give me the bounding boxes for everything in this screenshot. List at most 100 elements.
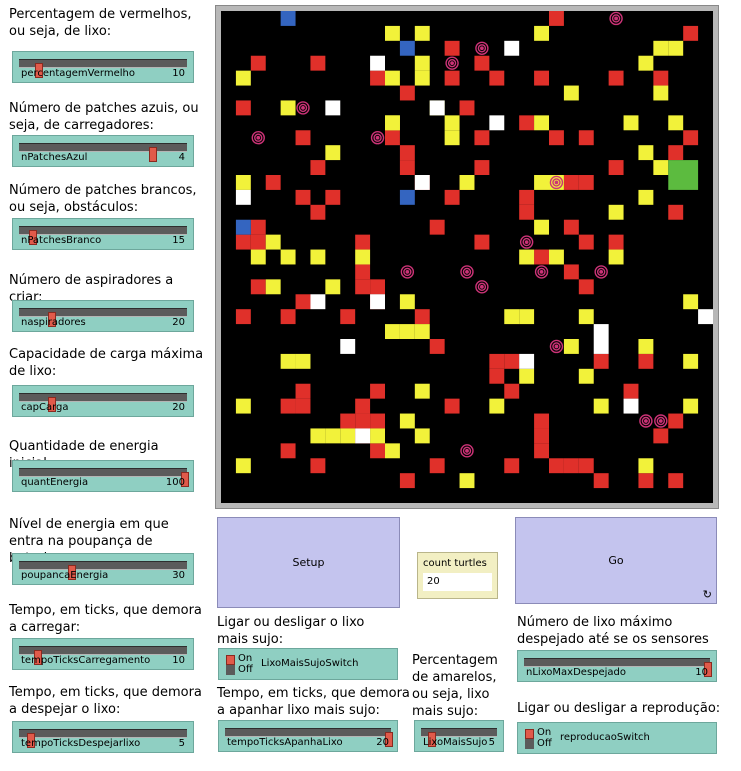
red-patch bbox=[534, 70, 549, 86]
yellow-patch bbox=[280, 249, 296, 265]
red-patch bbox=[399, 160, 415, 175]
slider-track[interactable] bbox=[19, 143, 187, 162]
slider-label: naspiradores bbox=[21, 317, 86, 328]
yellow-patch bbox=[385, 115, 400, 131]
yellow-patch bbox=[414, 25, 430, 41]
slider-value: 20 bbox=[172, 402, 185, 413]
yellow-patch bbox=[295, 353, 311, 369]
slider-npatchesbranco[interactable]: nPatchesBranco 15 bbox=[12, 218, 194, 250]
slider-quantenergia[interactable]: quantEnergia 100 bbox=[12, 460, 194, 492]
red-patch bbox=[399, 85, 415, 101]
switch-toggle[interactable] bbox=[226, 655, 235, 675]
slider-value: 5 bbox=[178, 738, 185, 749]
yellow-patch bbox=[683, 353, 699, 369]
yellow-patch bbox=[608, 249, 624, 265]
slider-npatchesazul[interactable]: nPatchesAzul 4 bbox=[12, 135, 194, 167]
red-patch bbox=[340, 413, 356, 429]
red-patch bbox=[563, 458, 579, 474]
slider-poupancaenergia[interactable]: poupancaEnergia 30 bbox=[12, 553, 194, 585]
red-patch bbox=[325, 189, 341, 205]
red-patch bbox=[519, 204, 535, 220]
red-patch bbox=[563, 264, 579, 280]
red-patch bbox=[265, 175, 281, 190]
slider-lixo-mais-sujo[interactable]: LixoMaisSujo 5 bbox=[414, 720, 504, 752]
yellow-patch bbox=[414, 383, 430, 399]
red-patch bbox=[310, 55, 326, 71]
red-patch bbox=[534, 413, 549, 429]
world-canvas[interactable] bbox=[221, 11, 713, 503]
slider-tempotickscarregamento[interactable]: tempoTicksCarregamento 10 bbox=[12, 638, 194, 670]
white-patch bbox=[355, 428, 371, 444]
red-patch bbox=[519, 115, 535, 131]
white-patch bbox=[325, 100, 341, 116]
monitor-value: 20 bbox=[423, 573, 492, 591]
slider-track[interactable] bbox=[19, 393, 187, 412]
slider-knob[interactable] bbox=[149, 147, 157, 162]
setup-button[interactable]: Setup bbox=[217, 517, 400, 608]
slider-percentagemvermelho[interactable]: percentagemVermelho 10 bbox=[12, 51, 194, 83]
slider-track[interactable] bbox=[19, 561, 187, 580]
red-patch bbox=[534, 443, 549, 459]
yellow-patch bbox=[653, 40, 669, 56]
go-button[interactable]: Go ↻ bbox=[515, 517, 717, 604]
slider-label: poupancaEnergia bbox=[21, 570, 109, 581]
forever-icon: ↻ bbox=[702, 588, 712, 601]
yellow-patch bbox=[668, 115, 684, 131]
red-patch bbox=[370, 383, 385, 399]
slider-label: tempoTicksDespejarlixo bbox=[21, 738, 141, 749]
slider-track[interactable] bbox=[19, 226, 187, 245]
white-patch bbox=[489, 115, 505, 131]
red-patch bbox=[295, 130, 311, 146]
red-patch bbox=[370, 413, 385, 429]
red-patch bbox=[534, 249, 549, 265]
switch-toggle[interactable] bbox=[525, 729, 534, 749]
red-patch bbox=[668, 413, 684, 429]
yellow-patch bbox=[235, 458, 251, 474]
yellow-patch bbox=[414, 55, 430, 71]
turtle-icon bbox=[296, 101, 310, 115]
yellow-patch bbox=[534, 25, 549, 41]
red-patch bbox=[504, 383, 520, 399]
red-patch bbox=[370, 279, 385, 295]
yellow-patch bbox=[638, 339, 654, 354]
red-patch bbox=[593, 473, 609, 489]
red-patch bbox=[444, 398, 460, 414]
slider-track[interactable] bbox=[421, 728, 497, 747]
red-patch bbox=[593, 353, 609, 369]
slider-value: 10 bbox=[172, 68, 185, 79]
slider-track[interactable] bbox=[225, 728, 393, 747]
slider-note: Número de patches azuis, ou seja, de car… bbox=[9, 101, 199, 133]
red-patch bbox=[235, 234, 251, 250]
slider-naspiradores[interactable]: naspiradores 20 bbox=[12, 300, 194, 332]
white-patch bbox=[698, 309, 713, 325]
slider-label: tempoTicksCarregamento bbox=[21, 655, 151, 666]
slider-track[interactable] bbox=[19, 646, 187, 665]
yellow-patch bbox=[519, 309, 535, 325]
lixo-mais-sujo-switch[interactable]: On Off LixoMaisSujoSwitch bbox=[218, 648, 398, 680]
slider-n-lixo-max-despejado[interactable]: nLixoMaxDespejado 10 bbox=[517, 650, 717, 682]
yellow-patch bbox=[683, 294, 699, 310]
reproducao-switch[interactable]: On Off reproducaoSwitch bbox=[517, 722, 717, 754]
red-patch bbox=[474, 55, 490, 71]
switch-label: LixoMaisSujoSwitch bbox=[261, 658, 359, 669]
red-patch bbox=[444, 189, 460, 205]
note-amarelos: Percentagem de amarelos, ou seja, lixo m… bbox=[412, 653, 498, 719]
red-patch bbox=[459, 100, 475, 116]
slider-label: nPatchesBranco bbox=[21, 235, 102, 246]
yellow-patch bbox=[280, 353, 296, 369]
yellow-patch bbox=[265, 279, 281, 295]
slider-track[interactable] bbox=[19, 729, 187, 748]
slider-track[interactable] bbox=[19, 308, 187, 327]
white-patch bbox=[519, 353, 535, 369]
slider-track[interactable] bbox=[19, 59, 187, 78]
note-apanhar: Tempo, em ticks, que demora a apanhar li… bbox=[217, 686, 410, 718]
slider-track[interactable] bbox=[524, 658, 712, 677]
red-patch bbox=[638, 353, 654, 369]
slider-tempoticksdespejarlixo[interactable]: tempoTicksDespejarlixo 5 bbox=[12, 721, 194, 753]
red-patch bbox=[235, 309, 251, 325]
slider-tempo-ticks-apanha-lixo[interactable]: tempoTicksApanhaLixo 20 bbox=[218, 720, 398, 752]
slider-track[interactable] bbox=[19, 468, 189, 487]
slider-capcarga[interactable]: capCarga 20 bbox=[12, 385, 194, 417]
note-reproducao: Ligar ou desligar a reprodução: bbox=[517, 701, 721, 716]
red-patch bbox=[608, 160, 624, 175]
